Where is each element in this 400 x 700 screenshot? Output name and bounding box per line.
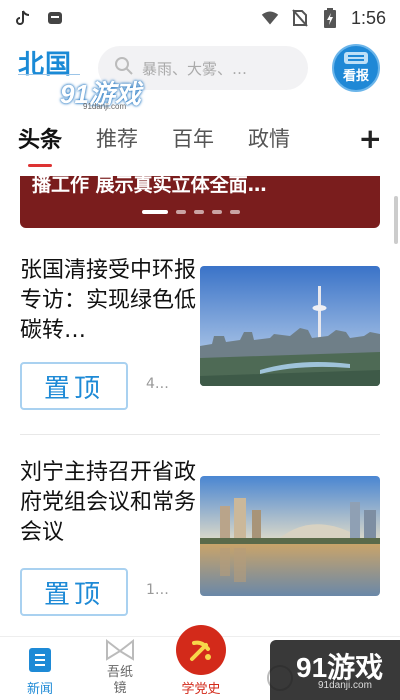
watermark-url: 91danji.com <box>83 102 127 111</box>
add-channel-button[interactable]: + <box>359 122 382 155</box>
carousel-dot[interactable] <box>142 210 168 214</box>
banner-title: 播工作 展示真实立体全面… <box>32 176 267 196</box>
newspaper-icon <box>344 52 368 64</box>
news-title: 张国清接受中环报专访：实现绿色低碳转… <box>20 258 197 343</box>
status-time: 1:56 <box>350 7 386 28</box>
nav-news-label: 新闻 <box>26 682 53 697</box>
news-title: 刘宁主持召开省政府党组会议和常务会议 <box>20 460 197 545</box>
carousel-dot[interactable] <box>194 210 204 214</box>
carousel-dot[interactable] <box>230 210 240 214</box>
news-item[interactable]: 张国清接受中环报专访：实现绿色低碳转… 置顶 4… <box>20 256 380 416</box>
watermark-url-bottom: 91danji.com <box>318 680 372 691</box>
wifi-icon <box>261 9 279 27</box>
read-paper-label: 看报 <box>342 69 369 84</box>
news-thumbnail <box>200 476 380 596</box>
carousel-dot[interactable] <box>176 210 186 214</box>
news-icon <box>27 646 53 678</box>
banner-carousel[interactable]: 播工作 展示真实立体全面… <box>20 176 380 228</box>
pinned-badge: 置顶 <box>20 568 128 616</box>
paper-mirror-icon <box>105 638 135 665</box>
battery-icon <box>321 8 339 28</box>
nav-paper-mirror-label: 吾纸镜 <box>106 665 133 696</box>
carousel-dot[interactable] <box>212 210 222 214</box>
sim-off-icon <box>291 9 309 27</box>
carousel-indicator <box>142 210 240 214</box>
channel-tabs: 头条 推荐 百年 政情 + <box>0 112 400 167</box>
nav-news[interactable]: 新闻 <box>10 637 70 700</box>
status-bar: 1:56 <box>0 0 400 36</box>
nav-paper-mirror[interactable]: 吾纸镜 <box>90 637 150 700</box>
tab-headlines[interactable]: 头条 <box>18 122 62 167</box>
news-item[interactable]: 刘宁主持召开省政府党组会议和常务会议 置顶 1… <box>20 458 380 618</box>
read-paper-button[interactable]: 看报 <box>332 44 380 92</box>
nav-party-history-label: 学党史 <box>181 682 221 697</box>
news-meta: 4… <box>146 376 169 392</box>
divider <box>20 434 380 435</box>
news-thumbnail <box>200 266 380 386</box>
app-icon <box>46 9 64 27</box>
news-meta: 1… <box>146 582 169 598</box>
pinned-badge: 置顶 <box>20 362 128 410</box>
tab-centenary[interactable]: 百年 <box>172 123 214 153</box>
tab-politics[interactable]: 政情 <box>248 123 290 153</box>
party-emblem-icon[interactable] <box>176 625 226 675</box>
scrollbar[interactable] <box>394 196 398 244</box>
tiktok-icon <box>14 9 32 27</box>
tab-recommend[interactable]: 推荐 <box>96 123 138 153</box>
search-placeholder: 暴雨、大雾、… <box>142 59 248 78</box>
